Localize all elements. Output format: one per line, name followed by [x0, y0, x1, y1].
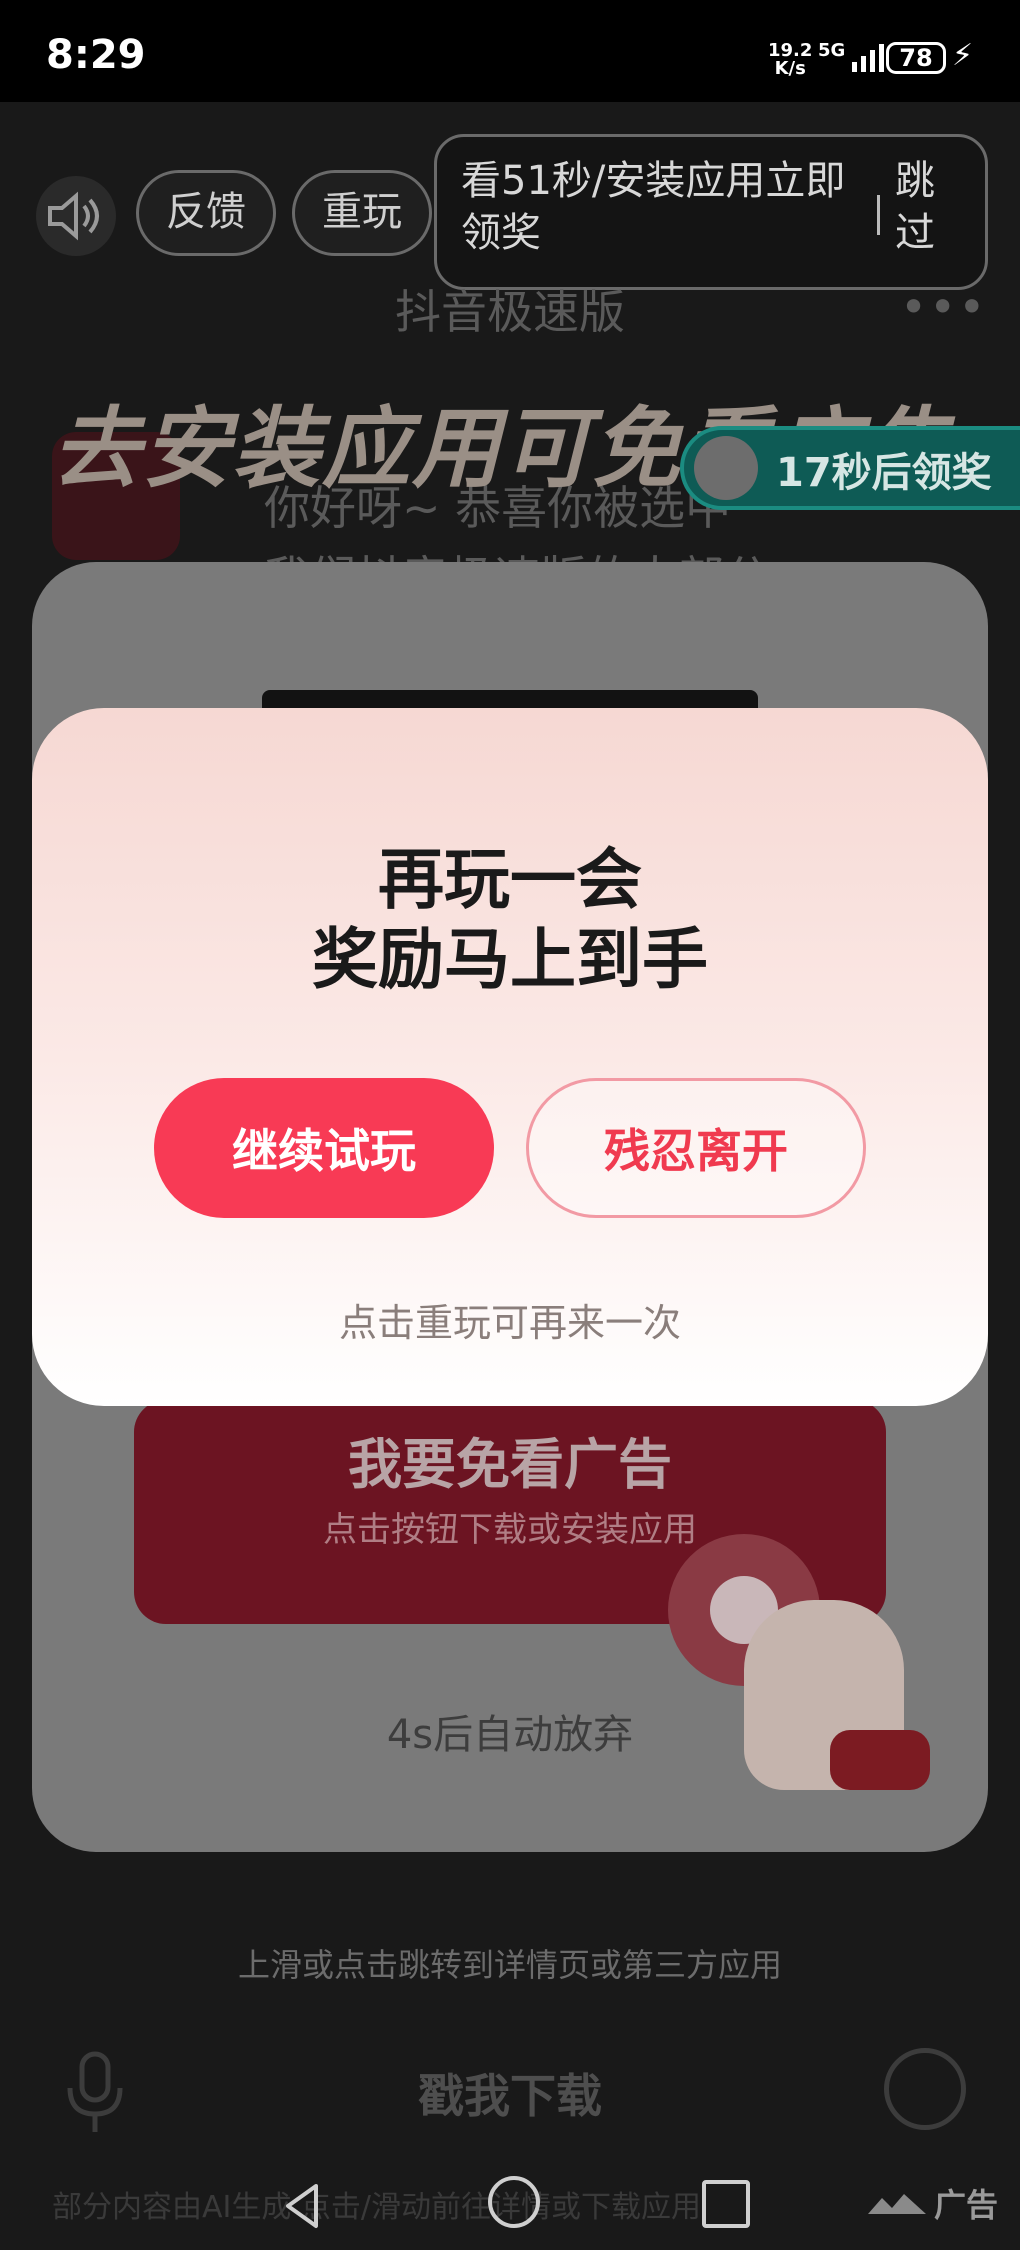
net-speed-unit: K/s [774, 58, 806, 79]
back-icon[interactable] [274, 2176, 334, 2236]
leave-button[interactable]: 残忍离开 [526, 1078, 866, 1218]
skip-button[interactable]: 跳过 [895, 155, 955, 259]
sound-button[interactable] [36, 176, 116, 256]
retention-dialog: 再玩一会 奖励马上到手 继续试玩 残忍离开 点击重玩可再来一次 [32, 708, 988, 1406]
divider [877, 195, 880, 235]
ad-network-logo-icon [868, 2194, 926, 2214]
battery-icon: 78 [886, 42, 946, 74]
speaker-icon [48, 191, 99, 241]
cta-main-label: 我要免看广告 [348, 1433, 672, 1496]
status-time: 8:29 [46, 32, 146, 78]
network-type: 5G [818, 40, 846, 61]
replay-hint: 点击重玩可再来一次 [338, 1301, 681, 1345]
charging-icon: ⚡ [952, 38, 974, 73]
reward-countdown: 17秒后领奖 [680, 426, 1020, 510]
countdown-text: 17秒后领奖 [776, 450, 992, 496]
swipe-hint: 上滑或点击跳转到详情页或第三方应用 [237, 1946, 782, 1984]
ad-label: 广告 [934, 2186, 999, 2224]
ai-disclaimer: 部分内容由AI生成 点击/滑动前往详情或下载应用 [52, 2190, 702, 2225]
reward-banner: 看51秒/安装应用立即领奖 跳过 [434, 134, 988, 290]
feedback-button[interactable]: 反馈 [136, 170, 276, 256]
more-icon[interactable]: ••• [900, 280, 987, 334]
continue-trial-button[interactable]: 继续试玩 [154, 1078, 494, 1218]
download-button[interactable]: 戳我下载 [0, 2060, 1020, 2126]
app-title: 抖音极速版 [395, 285, 625, 339]
replay-button[interactable]: 重玩 [292, 170, 432, 256]
smile-icon[interactable] [884, 2048, 966, 2130]
dialog-title-line-2: 奖励马上到手 [312, 921, 708, 998]
home-icon[interactable] [488, 2176, 540, 2228]
face-icon [694, 436, 758, 500]
status-bar: 8:29 19.2 K/s 5G 78 ⚡ [0, 0, 1020, 102]
recents-icon[interactable] [702, 2180, 750, 2228]
reward-text: 看51秒/安装应用立即领奖 [461, 158, 846, 256]
net-speed: 19.2 K/s [768, 42, 812, 78]
auto-quit-text: 4s后自动放弃 [386, 1712, 634, 1758]
